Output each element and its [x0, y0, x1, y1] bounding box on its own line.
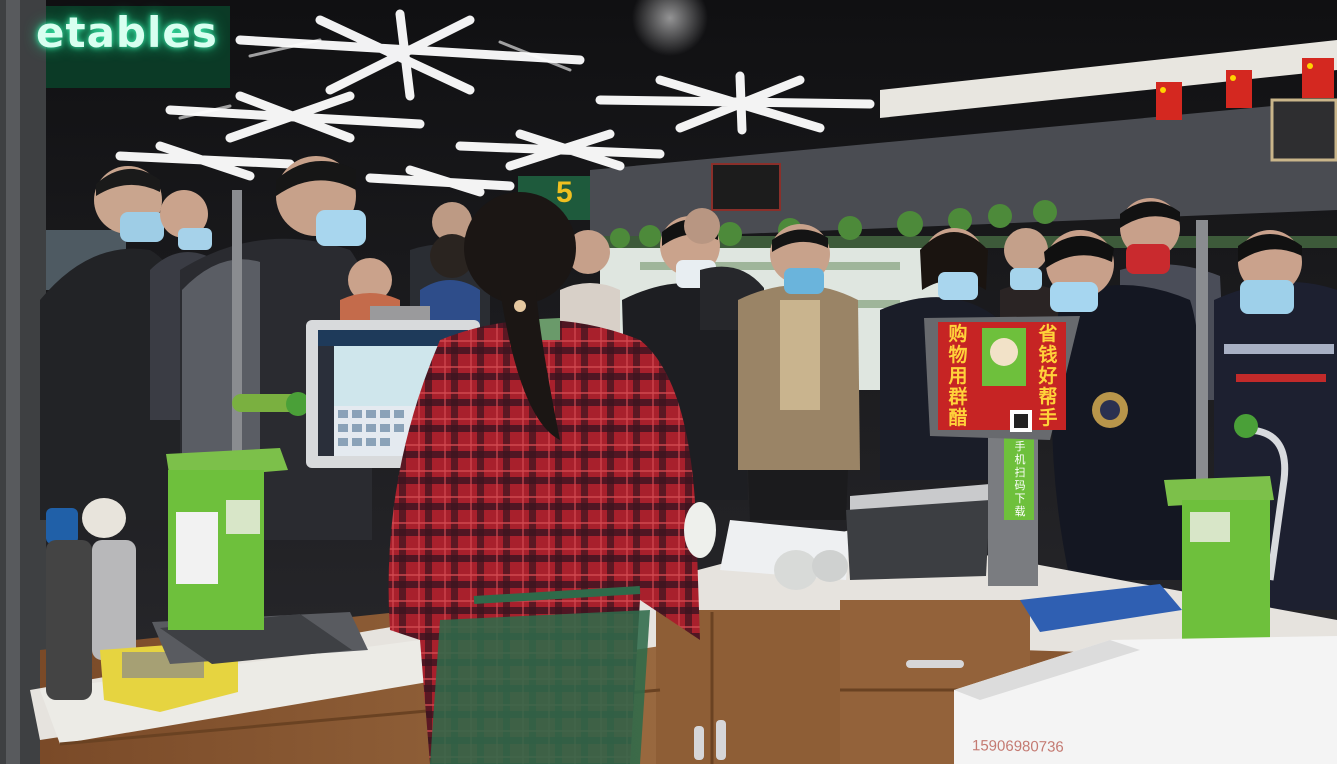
- scale-slogan-right: 省钱好帮手: [1038, 323, 1058, 429]
- wall-frame: [1270, 98, 1337, 162]
- scale-scan-label: 手机扫码下载: [1014, 440, 1026, 518]
- aisle-number: 5: [556, 176, 573, 209]
- supermarket-scene: etables 5 购物用群醋 省钱好帮手 手机扫码下载 15906980736: [0, 0, 1337, 764]
- scale-slogan-left: 购物用群醋: [948, 323, 968, 429]
- box-phone-number: 15906980736: [972, 737, 1064, 756]
- scene-illustration: [0, 0, 1337, 764]
- neon-sign-text: etables: [36, 8, 218, 57]
